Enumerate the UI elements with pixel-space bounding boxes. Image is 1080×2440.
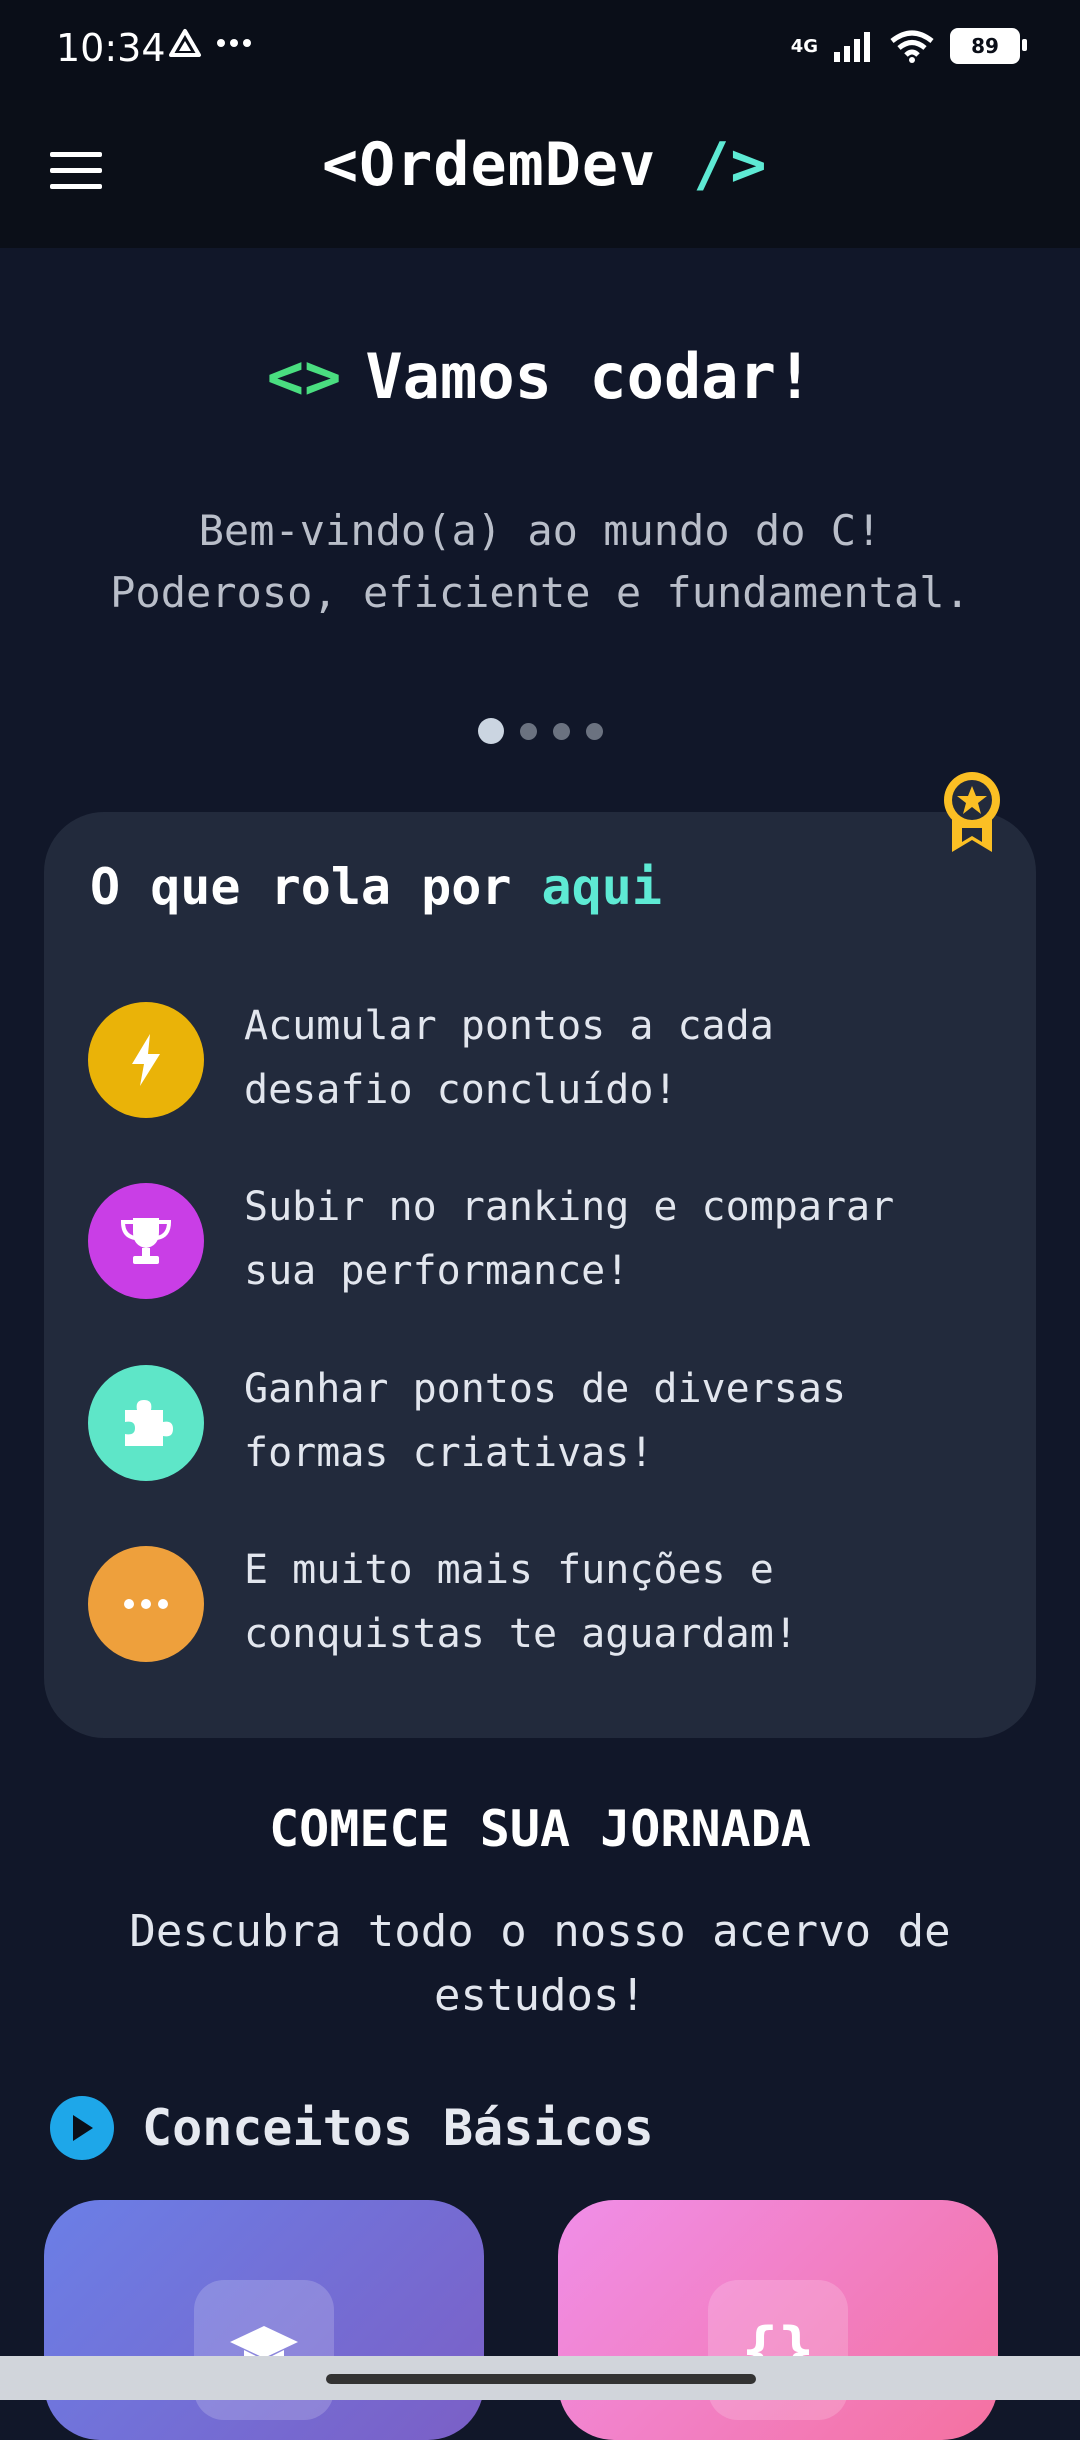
wifi-icon [890,30,934,63]
feature-item: Subir no ranking e comparar sua performa… [88,1183,988,1303]
trophy-icon [88,1183,204,1299]
carousel-dot-3[interactable] [552,722,570,740]
drive-icon [169,29,201,57]
carousel-dot-4[interactable] [585,722,603,740]
more-icon [88,1546,204,1662]
carousel-indicator[interactable] [0,718,1080,744]
battery-indicator: 89 [950,28,1027,64]
logo-accent: /> [693,130,768,200]
feature-text: E muito mais funções e conquistas te agu… [244,1547,798,1657]
code-icon: <> [266,340,342,413]
battery-level: 89 [971,34,999,58]
status-time: 10:34 [56,26,166,70]
logo-text: <OrdemDev [322,130,657,200]
hamburger-menu-icon[interactable] [50,152,102,192]
journey-title: COMECE SUA JORNADA [269,1800,811,1858]
section-title: Conceitos Básicos [142,2099,654,2157]
hero-title-text: Vamos codar! [365,340,814,413]
more-notifications-icon [217,39,251,47]
system-nav-bar [0,2356,1080,2400]
course-card[interactable] [44,2200,484,2440]
status-bar: 10:34 4G 89 [0,0,1080,100]
lightning-icon [88,1002,204,1118]
course-card[interactable]: {} [558,2200,998,2440]
feature-item: E muito mais funções e conquistas te agu… [88,1546,988,1666]
feature-item: Acumular pontos a cada desafio concluído… [88,1002,988,1122]
section-header-conceitos-basicos[interactable]: Conceitos Básicos [50,2096,654,2160]
home-indicator[interactable] [326,2374,756,2384]
feature-text: Ganhar pontos de diversas formas criativ… [244,1366,847,1476]
app-logo: <OrdemDev /> [322,130,767,200]
medal-icon [944,772,1000,852]
app-header: <OrdemDev /> [0,100,1080,248]
features-title: O que rola por aqui [90,858,662,916]
journey-subtitle: Descubra todo o nosso acervo de estudos! [129,1906,951,2021]
play-icon[interactable] [50,2096,114,2160]
feature-text: Subir no ranking e comparar sua performa… [244,1184,895,1294]
hero-title: <> Vamos codar! [0,340,1080,413]
hero-subtitle-line2: Poderoso, eficiente e fundamental. [110,568,970,617]
signal-icon [834,32,870,62]
carousel-dot-1[interactable] [477,718,504,744]
puzzle-icon [88,1365,204,1481]
network-type: 4G [790,35,818,57]
hero-subtitle: Bem-vindo(a) ao mundo do C! Poderoso, ef… [0,500,1080,624]
feature-text: Acumular pontos a cada desafio concluído… [244,1003,774,1113]
hero-subtitle-line1: Bem-vindo(a) ao mundo do C! [198,506,882,555]
feature-item: Ganhar pontos de diversas formas criativ… [88,1365,988,1485]
carousel-dot-2[interactable] [519,722,537,740]
